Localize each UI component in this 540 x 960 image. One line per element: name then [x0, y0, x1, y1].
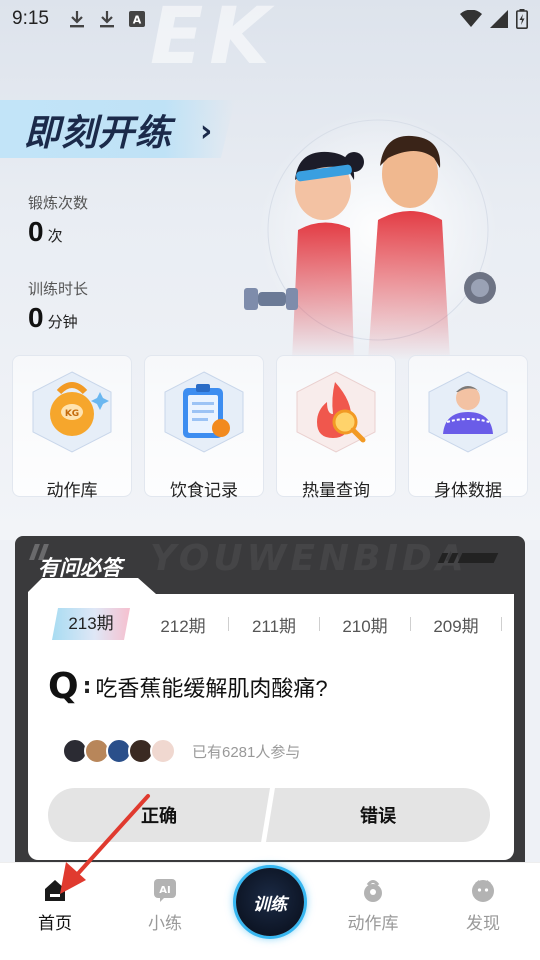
kettlebell-icon: KG	[32, 371, 112, 453]
tab-issue-210[interactable]: 210期	[320, 612, 410, 637]
tab-issue-212[interactable]: 212期	[138, 612, 228, 637]
tile-calorie-search[interactable]: 热量查询	[276, 355, 396, 500]
tab-issue-211[interactable]: 211期	[229, 612, 319, 637]
answer-correct-button[interactable]: 正确	[48, 788, 270, 842]
nav-train-label: 训练	[253, 894, 287, 915]
nav-train-button[interactable]: 训练	[236, 868, 304, 936]
home-icon	[45, 880, 65, 901]
start-training-title[interactable]: 即刻开练	[24, 104, 172, 156]
nav-label: 小练	[148, 914, 182, 933]
nav-label: 首页	[38, 914, 72, 933]
tile-label: 热量查询	[302, 481, 370, 500]
question-mark-letter: Q	[48, 666, 79, 707]
ai-icon: AI	[154, 879, 176, 902]
signal-icon	[490, 10, 508, 28]
svg-text:A: A	[133, 14, 142, 27]
fitness-couple-illustration	[244, 110, 498, 360]
participant-avatars	[62, 738, 176, 764]
download-icon	[69, 11, 84, 28]
tile-body-data[interactable]: 身体数据	[408, 355, 528, 500]
nav-home[interactable]: 首页	[10, 877, 100, 934]
discover-icon	[472, 880, 494, 902]
flame-search-icon	[296, 371, 376, 453]
workout-count-value: 0 次	[28, 216, 63, 247]
nav-ai-practice[interactable]: AI 小练	[120, 877, 210, 934]
clipboard-icon	[164, 371, 244, 453]
kettlebell-icon	[364, 880, 382, 902]
question-row: Q : 吃香蕉能缓解肌肉酸痛?	[48, 666, 328, 707]
body-measure-icon	[428, 371, 508, 453]
tab-issue-213[interactable]: 213期	[52, 608, 130, 640]
nav-discover[interactable]: 发现	[438, 877, 528, 934]
nav-label: 发现	[466, 914, 500, 933]
tab-issue-209[interactable]: 209期	[411, 612, 501, 637]
download-icon	[99, 11, 114, 28]
qa-watermark: YOUWENBIDA	[150, 538, 468, 579]
battery-icon	[516, 9, 528, 29]
question-colon: :	[82, 674, 92, 699]
status-time: 9:15	[12, 8, 49, 29]
status-bar: 9:15 A	[0, 0, 540, 38]
wifi-icon	[460, 10, 482, 27]
nav-exercise-library[interactable]: 动作库	[328, 877, 418, 934]
feature-tiles: KG 动作库 饮食记录 热量查询 身体数据	[12, 355, 528, 500]
chevron-right-icon[interactable]: ›	[200, 114, 212, 149]
training-duration-value: 0 分钟	[28, 302, 78, 333]
tab-divider	[501, 617, 502, 631]
avatar	[150, 738, 176, 764]
tile-label: 身体数据	[434, 481, 502, 500]
svg-text:KG: KG	[65, 409, 79, 419]
tile-label: 动作库	[46, 481, 98, 500]
question-text: 吃香蕉能缓解肌肉酸痛?	[95, 675, 328, 701]
participant-count: 已有6281人参与	[192, 744, 301, 761]
qa-decor-stripes-right	[437, 553, 499, 563]
svg-text:AI: AI	[159, 885, 170, 896]
answer-wrong-button[interactable]: 错误	[266, 788, 490, 842]
qa-title: 有问必答	[38, 556, 122, 580]
keyboard-a-icon: A	[128, 11, 145, 27]
training-duration-label: 训练时长	[28, 281, 89, 298]
tile-diet-record[interactable]: 饮食记录	[144, 355, 264, 500]
workout-count-label: 锻炼次数	[28, 195, 89, 212]
nav-label: 动作库	[347, 914, 399, 933]
tile-label: 饮食记录	[170, 481, 238, 500]
issue-tabs: 213期 212期 211期 210期 209期	[52, 608, 512, 640]
tile-exercise-library[interactable]: KG 动作库	[12, 355, 132, 500]
